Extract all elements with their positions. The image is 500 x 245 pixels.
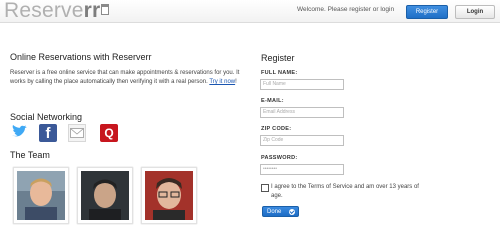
zip-code-label: ZIP CODE: [261,126,292,132]
team-photo-1 [13,167,69,224]
social-title: Social Networking [10,112,83,122]
password-label: PASSWORD: [261,155,298,161]
password-input[interactable]: •••••••• [260,164,344,175]
logo-accent: rr [83,0,101,22]
mail-icon[interactable] [68,124,86,142]
register-button[interactable]: Register [406,5,448,19]
terms-text: I agree to the Terms of Service and am o… [271,184,419,199]
team-photo-3 [141,167,197,224]
try-it-now-link[interactable]: Try it now [209,79,235,85]
intro-text: Reserver is a free online service that c… [10,69,250,87]
zip-code-input[interactable]: Zip Code [260,135,344,146]
email-label: E-MAIL: [261,98,284,104]
done-label: Done [267,209,282,215]
facebook-icon[interactable]: f [39,124,57,142]
intro-title: Online Reservations with Reserverr [10,52,152,62]
register-title: Register [261,53,295,63]
terms-checkbox[interactable] [261,184,269,192]
top-bar: Reserverr Welcome. Please register or lo… [0,0,500,23]
calendar-icon [101,4,110,15]
twitter-icon[interactable] [10,124,28,142]
quora-icon[interactable]: Q [100,124,118,142]
app-logo[interactable]: Reserverr [4,0,110,22]
welcome-text: Welcome. Please register or login [297,6,395,13]
full-name-input[interactable]: Full Name [260,79,344,90]
login-button[interactable]: Login [455,5,495,19]
logo-text: Reserve [4,0,84,22]
team-title: The Team [10,150,50,160]
done-button[interactable]: Done [262,206,299,217]
team-photo-2 [77,167,133,224]
email-input[interactable]: Email Address [260,107,344,118]
intro-body: Reserver is a free online service that c… [10,70,240,85]
checkmark-icon [289,209,295,215]
full-name-label: FULL NAME: [261,70,298,76]
link-suffix: ! [235,79,237,85]
